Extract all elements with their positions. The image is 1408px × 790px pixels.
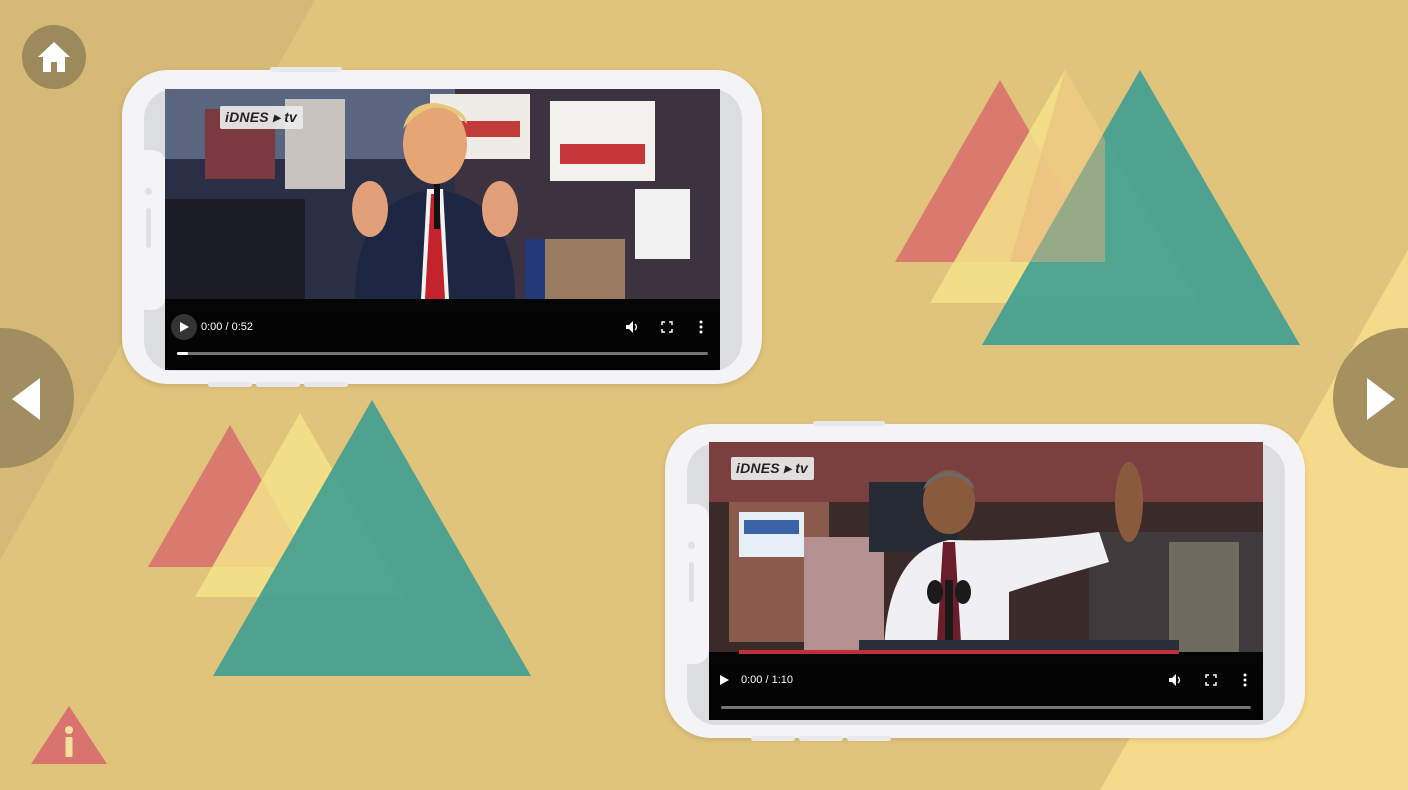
chevron-left-icon [12, 378, 40, 420]
phone-button [813, 421, 885, 426]
volume-icon[interactable] [1168, 673, 1182, 687]
phone-button [270, 67, 342, 72]
phone-button [304, 382, 348, 387]
video-progress-bar[interactable] [177, 352, 708, 355]
slide-stage: iDNES ▸ tv 0:00 / 0:52 iDNES ▸ tv 0:00 /… [0, 0, 1408, 790]
phone-frame-1: iDNES ▸ tv 0:00 / 0:52 [122, 67, 762, 387]
video-brand-label: iDNES ▸ tv [731, 457, 815, 480]
play-icon [180, 322, 189, 332]
more-icon[interactable] [699, 320, 703, 334]
home-button[interactable] [22, 25, 86, 89]
chevron-right-icon [1367, 378, 1395, 420]
phone-button [256, 382, 300, 387]
video-time: 0:00 / 0:52 [201, 321, 253, 333]
phone-button [208, 382, 252, 387]
phone-camera [145, 188, 152, 195]
phone-button [799, 736, 843, 741]
fullscreen-icon[interactable] [1205, 674, 1217, 686]
volume-icon[interactable] [625, 320, 639, 334]
home-icon [38, 42, 70, 72]
video-player-2[interactable]: iDNES ▸ tv 0:00 / 1:10 [709, 442, 1263, 720]
play-button[interactable] [171, 314, 197, 340]
video-progress-fill [177, 352, 188, 355]
phone-button [847, 736, 891, 741]
phone-speaker [689, 562, 694, 602]
triangle-group-bottom-left [148, 400, 531, 676]
video-controls-2: 0:00 / 1:10 [709, 652, 1263, 720]
phone-button [751, 736, 795, 741]
info-icon [31, 706, 107, 764]
triangle-group-top-right [895, 70, 1300, 345]
play-icon [720, 675, 729, 685]
fullscreen-icon[interactable] [661, 321, 673, 333]
info-button[interactable] [31, 706, 107, 766]
play-button[interactable] [711, 667, 737, 693]
phone-frame-2: iDNES ▸ tv 0:00 / 1:10 [665, 421, 1305, 741]
video-player-1[interactable]: iDNES ▸ tv 0:00 / 0:52 [165, 89, 720, 370]
phone-speaker [146, 208, 151, 248]
video-controls-1: 0:00 / 0:52 [165, 302, 720, 370]
video-progress-bar[interactable] [721, 706, 1251, 709]
phone-camera [688, 542, 695, 549]
video-time: 0:00 / 1:10 [741, 674, 793, 686]
video-brand-label: iDNES ▸ tv [220, 106, 304, 129]
more-icon[interactable] [1243, 673, 1247, 687]
